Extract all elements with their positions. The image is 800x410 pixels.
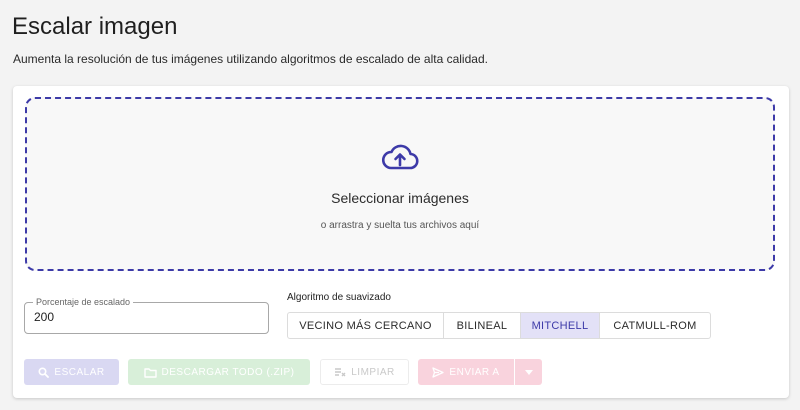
caret-down-icon — [524, 369, 533, 375]
algorithm-option-nearest[interactable]: VECINO MÁS CERCANO — [287, 312, 444, 339]
clear-button-label: LIMPIAR — [351, 366, 395, 378]
download-all-button[interactable]: DESCARGAR TODO (.ZIP) — [128, 359, 310, 385]
algorithm-toggle-group: VECINO MÁS CERCANO BILINEAL MITCHELL CAT… — [287, 312, 711, 339]
algorithm-option-catmull-rom[interactable]: CATMULL-ROM — [599, 312, 711, 339]
dropzone-hint: o arrastra y suelta tus archivos aquí — [320, 220, 480, 231]
scale-percentage-field: Porcentaje de escalado — [24, 296, 269, 334]
scale-percentage-input[interactable] — [34, 310, 254, 324]
scale-button[interactable]: ESCALAR — [24, 359, 119, 385]
search-icon — [38, 366, 50, 378]
file-dropzone[interactable]: Seleccionar imágenes o arrastra y suelta… — [25, 97, 775, 271]
send-to-button-label: ENVIAR A — [449, 366, 500, 378]
scale-percentage-label: Porcentaje de escalado — [33, 296, 134, 308]
upscale-card: Seleccionar imágenes o arrastra y suelta… — [13, 86, 789, 398]
algorithm-label: Algoritmo de suavizado — [287, 292, 391, 303]
send-icon — [432, 366, 445, 378]
algorithm-option-bilinear[interactable]: BILINEAL — [443, 312, 521, 339]
page-subtitle: Aumenta la resolución de tus imágenes ut… — [13, 52, 488, 66]
page-title: Escalar imagen — [12, 13, 178, 40]
download-all-button-label: DESCARGAR TODO (.ZIP) — [161, 366, 295, 378]
cloud-upload-icon — [381, 144, 419, 170]
send-to-button[interactable]: ENVIAR A — [418, 359, 514, 385]
dropzone-title: Seleccionar imágenes — [331, 190, 469, 206]
algorithm-option-mitchell[interactable]: MITCHELL — [520, 312, 600, 339]
clear-button[interactable]: LIMPIAR — [320, 359, 409, 385]
folder-icon — [143, 367, 157, 378]
scale-button-label: ESCALAR — [54, 366, 105, 378]
send-to-menu-button[interactable] — [515, 359, 542, 385]
clear-icon — [335, 367, 346, 376]
